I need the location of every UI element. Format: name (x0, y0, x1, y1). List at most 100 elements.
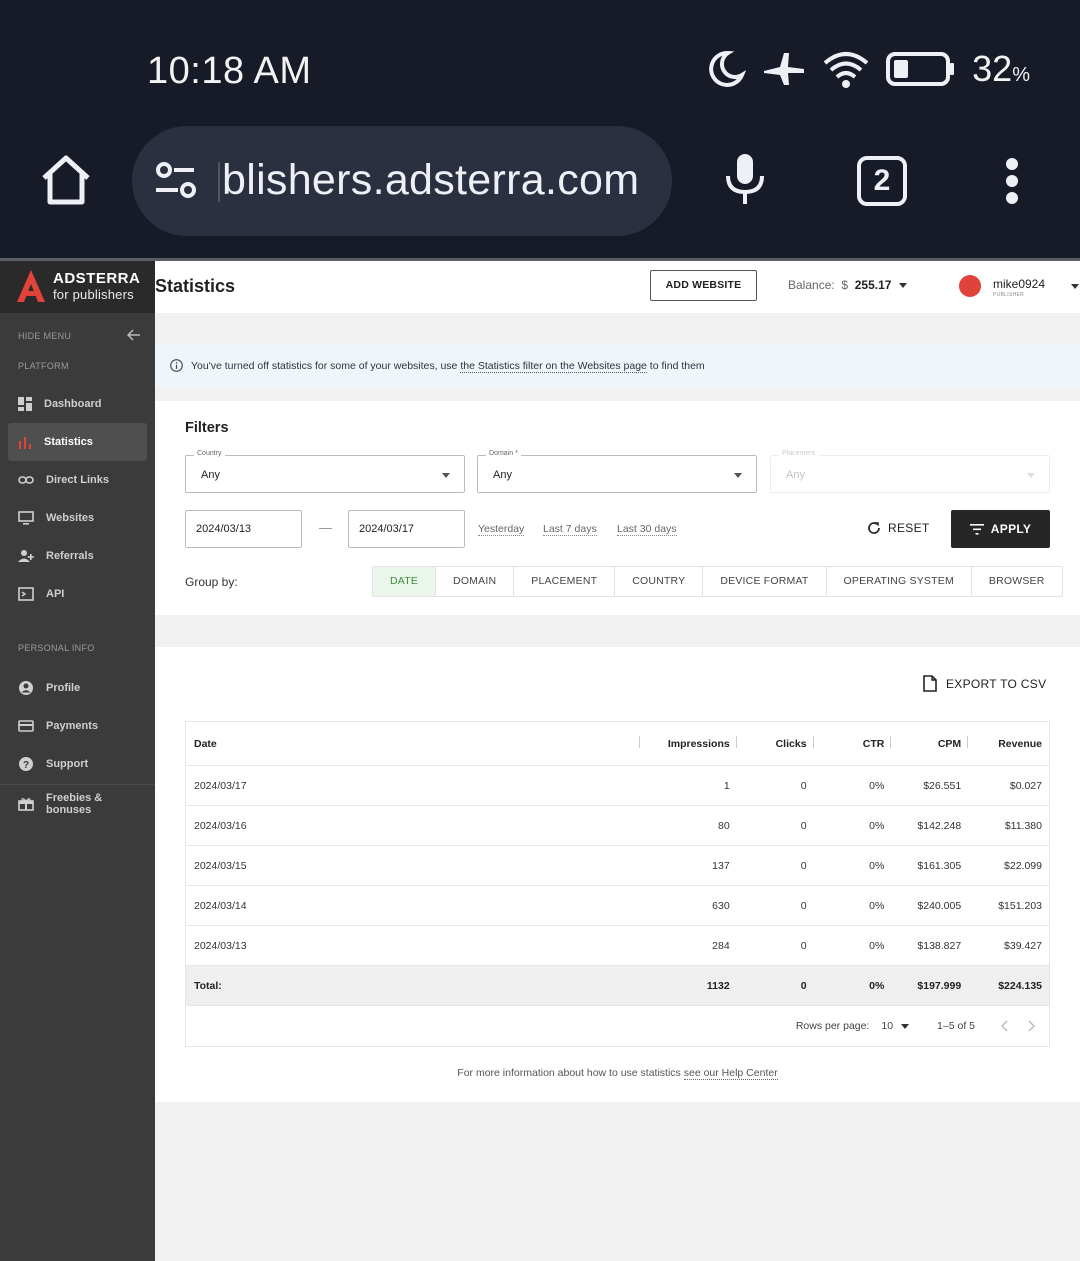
airplane-icon (764, 53, 805, 85)
balance[interactable]: Balance: $ 255.17 (788, 278, 908, 292)
sidebar-item-api[interactable]: API (8, 575, 147, 613)
table-total-row: Total: 1132 0 0% $197.999 $224.135 (186, 966, 1049, 1006)
chevron-down-icon[interactable] (899, 283, 908, 289)
hide-menu[interactable]: HIDE MENU (0, 321, 155, 351)
chevron-down-icon (901, 1023, 910, 1029)
column-header-revenue[interactable]: Revenue (968, 738, 1049, 750)
brand-name: ADSTERRA (53, 270, 141, 287)
group-by-domain[interactable]: DOMAIN (436, 567, 515, 596)
chevron-down-icon (1027, 473, 1035, 478)
quick-range-last-30-days[interactable]: Last 30 days (617, 523, 677, 536)
referrals-icon (18, 550, 34, 562)
column-header-cpm[interactable]: CPM (891, 735, 969, 750)
sidebar-item-direct-links[interactable]: Direct Links (8, 461, 147, 499)
mic-icon[interactable] (722, 152, 768, 208)
statistics-table: Date Impressions Clicks CTR CPM Revenue … (185, 721, 1050, 1047)
domain-select[interactable]: Domain * Any (477, 450, 757, 493)
brand-tagline: for publishers (53, 287, 134, 302)
sidebar-item-statistics[interactable]: Statistics (8, 423, 147, 461)
group-by-operating-system[interactable]: OPERATING SYSTEM (827, 567, 972, 596)
user-role: PUBLISHER (993, 292, 1025, 298)
reset-button[interactable]: RESET (867, 521, 930, 535)
websites-filter-link[interactable]: the Statistics filter on the Websites pa… (460, 360, 647, 373)
export-csv-button[interactable]: EXPORT TO CSV (923, 675, 1046, 692)
table-row: 2024/03/16 80 0 0% $142.248 $11.380 (186, 806, 1049, 846)
rows-per-page-label: Rows per page: (795, 1020, 870, 1032)
sidebar-item-profile[interactable]: Profile (8, 669, 147, 707)
apply-button[interactable]: APPLY (951, 510, 1050, 548)
results-panel: EXPORT TO CSV Date Impressions Clicks CT… (155, 647, 1080, 1102)
date-to-input[interactable]: 2024/03/17 (348, 510, 465, 548)
sidebar-item-dashboard[interactable]: Dashboard (8, 385, 147, 423)
help-icon: ? (19, 757, 33, 771)
sidebar-item-websites[interactable]: Websites (8, 499, 147, 537)
add-website-button[interactable]: ADD WEBSITE (650, 270, 757, 301)
app-window: ADSTERRA for publishers HIDE MENU PLATFO… (0, 258, 1080, 1261)
table-row: 2024/03/13 284 0 0% $138.827 $39.427 (186, 926, 1049, 966)
date-range-dash (319, 528, 332, 529)
column-header-impressions[interactable]: Impressions (640, 735, 737, 750)
url-bar[interactable]: blishers.adsterra.com (132, 126, 672, 236)
avatar[interactable] (959, 275, 981, 297)
statistics-notice: You've turned off statistics for some of… (155, 343, 1080, 389)
table-header-row: Date Impressions Clicks CTR CPM Revenue (186, 722, 1049, 766)
column-header-ctr[interactable]: CTR (814, 735, 892, 750)
adsterra-logo-icon (17, 270, 45, 302)
sidebar-item-payments[interactable]: Payments (8, 707, 147, 745)
terminal-icon (18, 587, 34, 601)
user-menu-chevron-icon[interactable] (1071, 284, 1079, 289)
url-separator (218, 162, 220, 202)
card-icon (18, 720, 34, 732)
sidebar-item-freebies[interactable]: Freebies & bonuses (8, 785, 147, 823)
battery-percent: 32% (972, 48, 1030, 89)
personal-section-label: PERSONAL INFO (18, 643, 95, 653)
column-header-clicks[interactable]: Clicks (737, 735, 814, 750)
sidebar-item-support[interactable]: ? Support (8, 745, 147, 783)
table-row: 2024/03/17 1 0 0% $26.551 $0.027 (186, 766, 1049, 806)
wifi-icon (823, 52, 869, 88)
arrow-left-icon[interactable] (127, 329, 141, 341)
sidebar-item-referrals[interactable]: Referrals (8, 537, 147, 575)
link-icon (18, 476, 34, 484)
url-text[interactable]: blishers.adsterra.com (222, 156, 639, 205)
platform-section-label: PLATFORM (18, 361, 69, 371)
page-title: Statistics (155, 276, 236, 296)
logo[interactable]: ADSTERRA for publishers (0, 261, 155, 313)
column-header-date[interactable]: Date (186, 735, 640, 750)
group-by-device-format[interactable]: DEVICE FORMAT (703, 567, 827, 596)
home-icon[interactable] (38, 152, 94, 208)
top-header: Statistics ADD WEBSITE Balance: $ 255.17… (155, 261, 1080, 313)
tab-switcher-button[interactable]: 2 (857, 156, 907, 206)
country-select[interactable]: Country Any (185, 450, 465, 493)
battery-icon (886, 52, 955, 86)
chevron-down-icon (734, 473, 742, 478)
more-icon[interactable] (1006, 158, 1018, 209)
file-icon (923, 675, 937, 692)
group-by-browser[interactable]: BROWSER (972, 567, 1062, 596)
date-from-input[interactable]: 2024/03/13 (185, 510, 302, 548)
table-row: 2024/03/15 137 0 0% $161.305 $22.099 (186, 846, 1049, 886)
refresh-icon (868, 522, 880, 534)
status-time: 10:18 AM (147, 50, 312, 92)
group-by-label: Group by: (185, 575, 238, 589)
quick-range-yesterday[interactable]: Yesterday (478, 523, 525, 536)
filter-icon (969, 523, 984, 535)
rows-per-page-select[interactable]: 10 (881, 1020, 910, 1032)
username[interactable]: mike0924 (993, 277, 1045, 291)
gift-icon (18, 798, 34, 811)
help-center-link[interactable]: see our Help Center (683, 1067, 778, 1080)
chevron-right-icon[interactable] (1027, 1020, 1035, 1032)
sidebar: ADSTERRA for publishers HIDE MENU PLATFO… (0, 261, 155, 1261)
balance-value: 255.17 (854, 278, 892, 292)
table-row: 2024/03/14 630 0 0% $240.005 $151.203 (186, 886, 1049, 926)
moon-icon (709, 50, 747, 87)
tune-icon[interactable] (154, 160, 198, 200)
chevron-left-icon[interactable] (1001, 1020, 1009, 1032)
status-icons: 32% (706, 48, 1030, 90)
quick-range-last-7-days[interactable]: Last 7 days (543, 523, 597, 536)
group-by-placement[interactable]: PLACEMENT (514, 567, 616, 596)
status-bar: 10:18 AM 32% (0, 0, 1080, 128)
group-by-date[interactable]: DATE (373, 567, 437, 596)
group-by-country[interactable]: COUNTRY (615, 567, 704, 596)
dashboard-icon (18, 397, 32, 411)
